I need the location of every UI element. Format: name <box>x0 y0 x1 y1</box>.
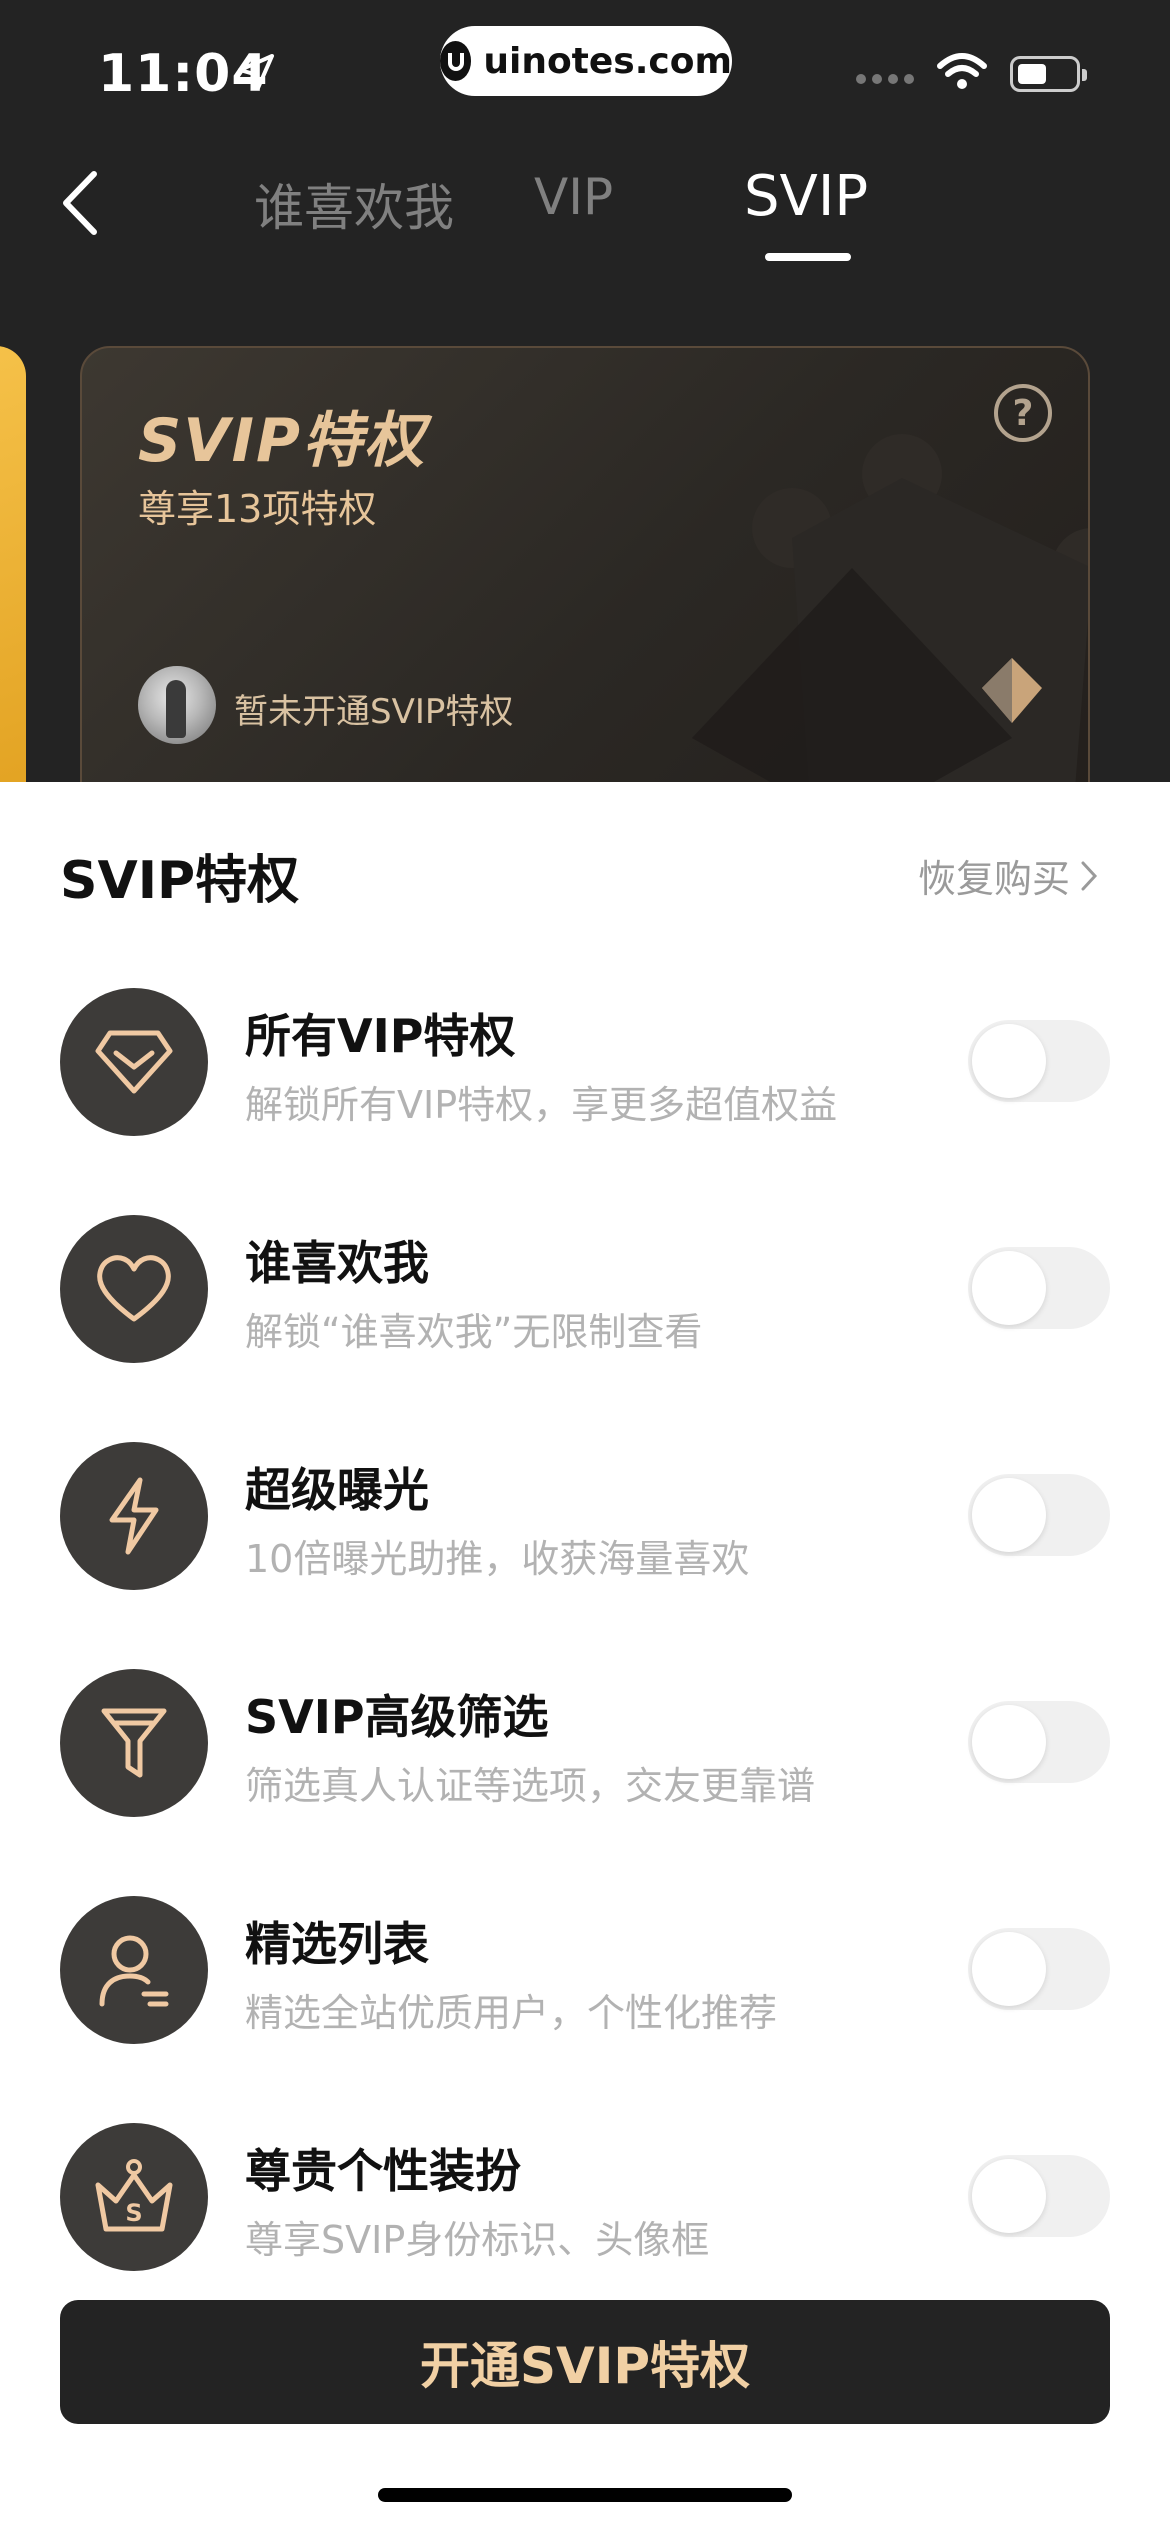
privilege-toggle[interactable] <box>968 1247 1110 1329</box>
heart-icon <box>60 1215 208 1363</box>
privilege-toggle[interactable] <box>968 1701 1110 1783</box>
privilege-desc: 10倍曝光助推，收获海量喜欢 <box>245 1537 750 1581</box>
watermark-logo-icon <box>440 41 472 81</box>
restore-purchase-link[interactable]: 恢复购买 <box>918 848 1098 903</box>
list-item: 谁喜欢我 解锁“谁喜欢我”无限制查看 <box>60 1215 1110 1365</box>
home-indicator[interactable] <box>378 2488 792 2502</box>
privilege-toggle[interactable] <box>968 2155 1110 2237</box>
privilege-title: 尊贵个性装扮 <box>245 2144 521 2198</box>
svg-text:S: S <box>125 2199 142 2227</box>
list-item: 精选列表 精选全站优质用户，个性化推荐 <box>60 1896 1110 2046</box>
crown-s-icon: S <box>60 2123 208 2271</box>
privilege-desc: 解锁所有VIP特权，享更多超值权益 <box>245 1083 838 1127</box>
privilege-desc: 尊享SVIP身份标识、头像框 <box>245 2218 710 2262</box>
wifi-icon <box>937 53 987 89</box>
privilege-title: SVIP高级筛选 <box>245 1690 549 1744</box>
list-item: 超级曝光 10倍曝光助推，收获海量喜欢 <box>60 1442 1110 1592</box>
signal-dots-icon <box>856 74 914 84</box>
lightning-icon <box>60 1442 208 1590</box>
restore-purchase-label: 恢复购买 <box>918 857 1071 901</box>
tab-vip[interactable]: VIP <box>534 168 613 226</box>
privilege-toggle[interactable] <box>968 1928 1110 2010</box>
privilege-desc: 筛选真人认证等选项，交友更靠谱 <box>245 1764 816 1808</box>
active-tab-indicator <box>765 253 851 261</box>
card-subtitle: 尊享13项特权 <box>138 487 377 531</box>
diamond-icon <box>60 988 208 1136</box>
battery-icon <box>1010 56 1087 92</box>
location-arrow-icon <box>238 54 274 90</box>
user-list-icon <box>60 1896 208 2044</box>
privilege-desc: 解锁“谁喜欢我”无限制查看 <box>245 1310 703 1354</box>
svip-card: SVIP特权 尊享13项特权 ? 暂未开通SVIP特权 <box>80 346 1090 782</box>
tab-svip[interactable]: SVIP <box>744 164 868 229</box>
filter-icon <box>60 1669 208 1817</box>
back-icon[interactable] <box>58 168 102 238</box>
watermark-badge: uinotes.com <box>440 26 732 96</box>
previous-card-peek[interactable] <box>0 346 26 782</box>
membership-status: 暂未开通SVIP特权 <box>234 692 514 732</box>
list-item: SVIP高级筛选 筛选真人认证等选项，交友更靠谱 <box>60 1669 1110 1819</box>
help-icon[interactable]: ? <box>994 384 1052 442</box>
chevron-right-icon <box>1081 861 1098 890</box>
tab-who-likes-me[interactable]: 谁喜欢我 <box>254 168 454 240</box>
privilege-toggle[interactable] <box>968 1020 1110 1102</box>
privilege-title: 所有VIP特权 <box>245 1009 516 1063</box>
list-item: 所有VIP特权 解锁所有VIP特权，享更多超值权益 <box>60 988 1110 1138</box>
avatar <box>138 666 216 744</box>
privilege-title: 超级曝光 <box>245 1463 429 1517</box>
activate-svip-button[interactable]: 开通SVIP特权 <box>60 2300 1110 2424</box>
section-title: SVIP特权 <box>60 851 300 911</box>
crown-decoration-icon <box>692 434 1088 782</box>
list-item: S 尊贵个性装扮 尊享SVIP身份标识、头像框 <box>60 2123 1110 2273</box>
header-area: 11:04 uinotes.com 谁喜欢我 VIP SVIP SVIP特权 尊 <box>0 0 1170 782</box>
watermark-text: uinotes.com <box>483 40 732 82</box>
card-title: SVIP特权 <box>138 406 426 476</box>
privilege-desc: 精选全站优质用户，个性化推荐 <box>245 1991 778 2035</box>
privilege-title: 精选列表 <box>245 1917 429 1971</box>
privilege-toggle[interactable] <box>968 1474 1110 1556</box>
privilege-title: 谁喜欢我 <box>245 1236 429 1290</box>
